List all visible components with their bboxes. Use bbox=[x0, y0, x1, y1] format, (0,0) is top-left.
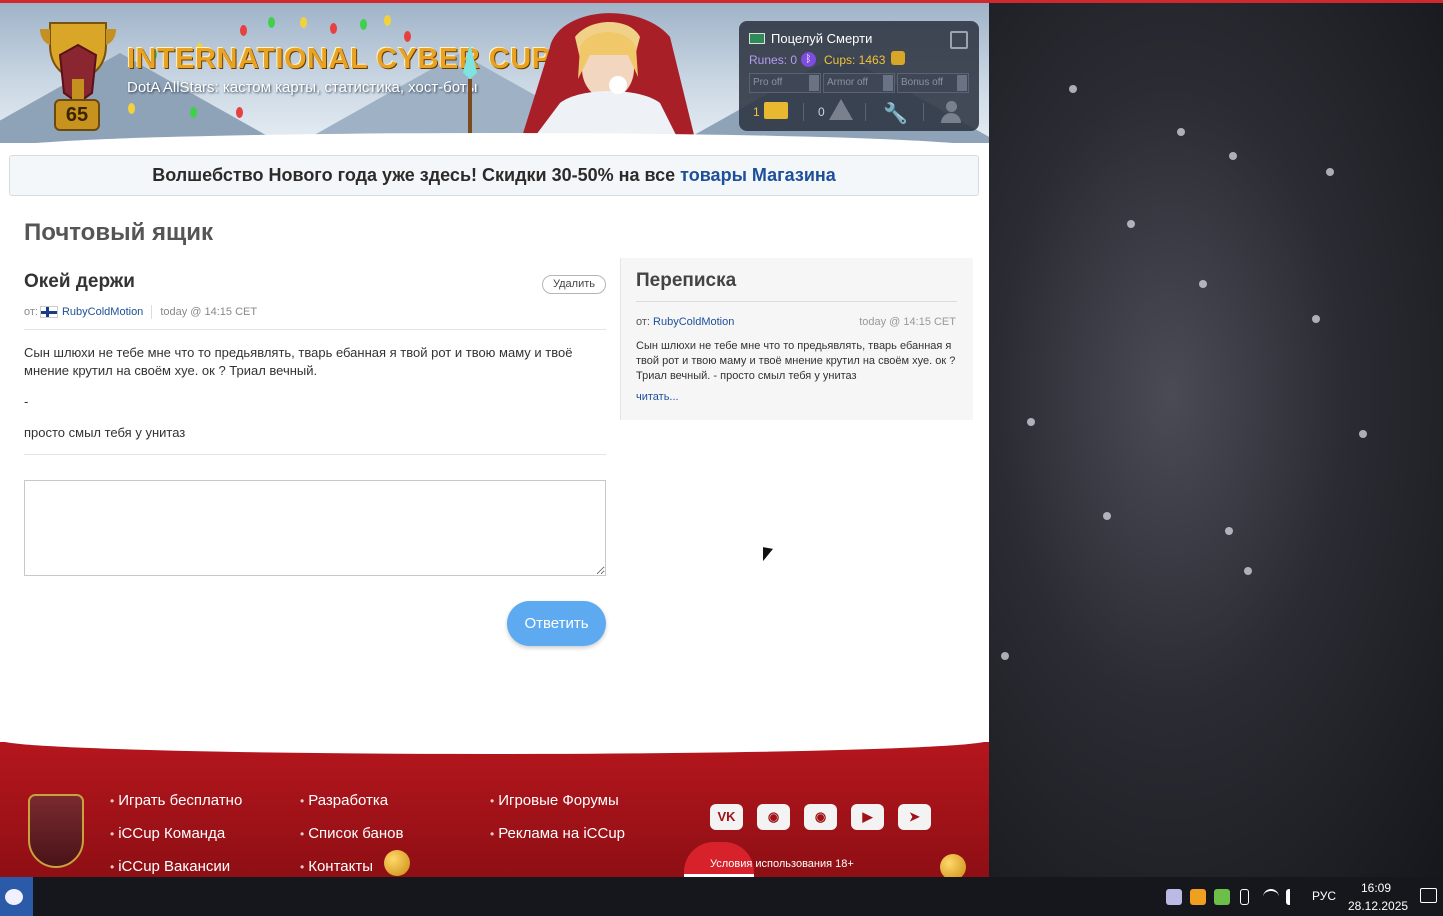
message-time: today @ 14:15 CET bbox=[160, 306, 258, 318]
thread-from: от: RubyColdMotion bbox=[636, 316, 734, 328]
notifications-icon[interactable] bbox=[1420, 888, 1437, 903]
clock-time[interactable]: 16:09 bbox=[1361, 881, 1391, 895]
from-label: от: bbox=[636, 316, 650, 328]
windows-taskbar: РУС 16:09 28.12.2025 bbox=[0, 877, 1443, 916]
armor-toggle-label: Armor off bbox=[827, 77, 868, 88]
shop-link[interactable]: товары Магазина bbox=[680, 165, 836, 185]
user-panel-actions: 1 0 🔧 bbox=[749, 99, 969, 125]
discord-icon[interactable]: ◉ bbox=[757, 804, 790, 830]
network-icon[interactable] bbox=[1263, 889, 1279, 905]
account-toggles: Pro off Armor off Bonus off bbox=[749, 73, 969, 93]
armor-toggle[interactable]: Armor off bbox=[823, 73, 895, 93]
divider bbox=[24, 329, 606, 330]
footer-link-vacancies[interactable]: iCCup Вакансии bbox=[110, 858, 242, 875]
footer-column-3: Игровые Форумы Реклама на iCCup bbox=[490, 792, 625, 858]
author-link[interactable]: RubyColdMotion bbox=[62, 306, 143, 318]
thread-author-link[interactable]: RubyColdMotion bbox=[653, 316, 734, 328]
rune-icon: ᛒ bbox=[801, 52, 816, 67]
app-tray-icon[interactable] bbox=[1190, 889, 1206, 905]
bonus-toggle[interactable]: Bonus off bbox=[897, 73, 969, 93]
discord-tray-icon[interactable] bbox=[1166, 889, 1182, 905]
ornament-decor bbox=[384, 850, 410, 876]
language-indicator[interactable]: РУС bbox=[1312, 889, 1336, 903]
footer-link-development[interactable]: Разработка bbox=[300, 792, 403, 809]
message-meta: от: RubyColdMotion today @ 14:15 CET bbox=[24, 305, 257, 319]
delete-button[interactable]: Удалить bbox=[542, 275, 606, 294]
gold-coins-icon bbox=[891, 51, 905, 65]
brand-subtitle: DotA AllStars: кастом карты, статистика,… bbox=[127, 79, 478, 96]
settings-wrench-icon[interactable]: 🔧 bbox=[883, 101, 908, 125]
divider bbox=[803, 103, 804, 121]
promo-banner: Волшебство Нового года уже здесь! Скидки… bbox=[9, 155, 979, 196]
footer-link-play-free[interactable]: Играть бесплатно bbox=[110, 792, 242, 809]
correspondence-panel: Переписка от: RubyColdMotion today @ 14:… bbox=[620, 258, 973, 420]
clock-date[interactable]: 28.12.2025 bbox=[1348, 899, 1408, 913]
background-artwork bbox=[989, 0, 1443, 877]
user-panel: Поцелуй Смерти Runes: 0 ᛒ Cups: 1463 Pro… bbox=[739, 21, 979, 131]
runes-count: Runes: 0 bbox=[749, 53, 798, 67]
message-paragraph: - bbox=[24, 394, 29, 409]
country-flag-icon bbox=[749, 33, 765, 44]
footer-link-forums[interactable]: Игровые Форумы bbox=[490, 792, 625, 809]
reply-button[interactable]: Ответить bbox=[507, 601, 606, 646]
pro-toggle[interactable]: Pro off bbox=[749, 73, 821, 93]
divider bbox=[865, 103, 866, 121]
read-more-link[interactable]: читать... bbox=[636, 391, 679, 403]
logout-icon[interactable] bbox=[950, 31, 968, 49]
bonus-toggle-label: Bonus off bbox=[901, 77, 944, 88]
nvidia-tray-icon[interactable] bbox=[1214, 889, 1230, 905]
finland-flag-icon bbox=[39, 306, 58, 318]
social-links: VK ◉ ◉ ▶ ➤ bbox=[710, 804, 931, 830]
spear-decor bbox=[463, 43, 477, 143]
level-badge: 65 bbox=[54, 99, 100, 131]
site-column: 65 INTERNATIONAL CYBER CUP DotA AllStars… bbox=[0, 0, 989, 877]
terms-link[interactable]: Условия использования 18+ bbox=[710, 858, 854, 870]
promo-text: Волшебство Нового года уже здесь! Скидки… bbox=[152, 165, 681, 185]
top-accent-line bbox=[0, 0, 1443, 3]
battery-icon[interactable] bbox=[1240, 889, 1249, 905]
ornament-decor bbox=[940, 854, 966, 877]
profile-icon[interactable] bbox=[939, 101, 963, 123]
mouse-cursor-icon bbox=[763, 547, 773, 563]
pro-toggle-label: Pro off bbox=[753, 77, 783, 88]
divider bbox=[636, 301, 957, 302]
cups-count: Cups: 1463 bbox=[824, 53, 886, 67]
mail-count: 1 bbox=[753, 105, 760, 119]
taskbar-app-icon[interactable] bbox=[0, 877, 33, 916]
thread-time: today @ 14:15 CET bbox=[859, 316, 956, 328]
warning-icon[interactable] bbox=[829, 99, 853, 120]
footer-link-ban-list[interactable]: Список банов bbox=[300, 825, 403, 842]
volume-icon[interactable] bbox=[1286, 889, 1296, 905]
message-body: Сын шлюхи не тебе мне что то предьявлять… bbox=[24, 344, 606, 455]
divider bbox=[24, 454, 606, 455]
correspondence-title: Переписка bbox=[636, 270, 737, 291]
username-link[interactable]: Поцелуй Смерти bbox=[771, 31, 872, 46]
footer-column-1: Играть бесплатно iCCup Команда iCCup Вак… bbox=[110, 792, 242, 877]
youtube-icon[interactable]: ▶ bbox=[851, 804, 884, 830]
vk-icon[interactable]: VK bbox=[710, 804, 743, 830]
divider bbox=[923, 103, 924, 121]
divider bbox=[151, 305, 153, 319]
footer-link-team[interactable]: iCCup Команда bbox=[110, 825, 242, 842]
mail-icon[interactable] bbox=[764, 102, 788, 119]
site-header: 65 INTERNATIONAL CYBER CUP DotA AllStars… bbox=[0, 3, 989, 143]
footer-link-advertising[interactable]: Реклама на iCCup bbox=[490, 825, 625, 842]
reply-textarea[interactable] bbox=[24, 480, 606, 576]
message-paragraph: Сын шлюхи не тебе мне что то предьявлять… bbox=[24, 345, 573, 378]
page-title: Почтовый ящик bbox=[24, 219, 214, 246]
from-label: от: bbox=[24, 306, 38, 318]
warnings-count: 0 bbox=[818, 105, 825, 119]
discord-icon[interactable]: ◉ bbox=[804, 804, 837, 830]
footer-logo-icon[interactable] bbox=[28, 794, 84, 868]
brand-title: INTERNATIONAL CYBER CUP bbox=[127, 43, 552, 75]
message-paragraph: просто смыл тебя у унитаз bbox=[24, 425, 186, 440]
footer-wave-edge bbox=[0, 742, 989, 754]
telegram-icon[interactable]: ➤ bbox=[898, 804, 931, 830]
hero-character-illustration bbox=[520, 13, 696, 143]
message-subject: Окей держи bbox=[24, 271, 135, 292]
site-footer: Играть бесплатно iCCup Команда iCCup Вак… bbox=[0, 742, 989, 877]
thread-snippet: Сын шлюхи не тебе мне что то предьявлять… bbox=[636, 340, 956, 382]
